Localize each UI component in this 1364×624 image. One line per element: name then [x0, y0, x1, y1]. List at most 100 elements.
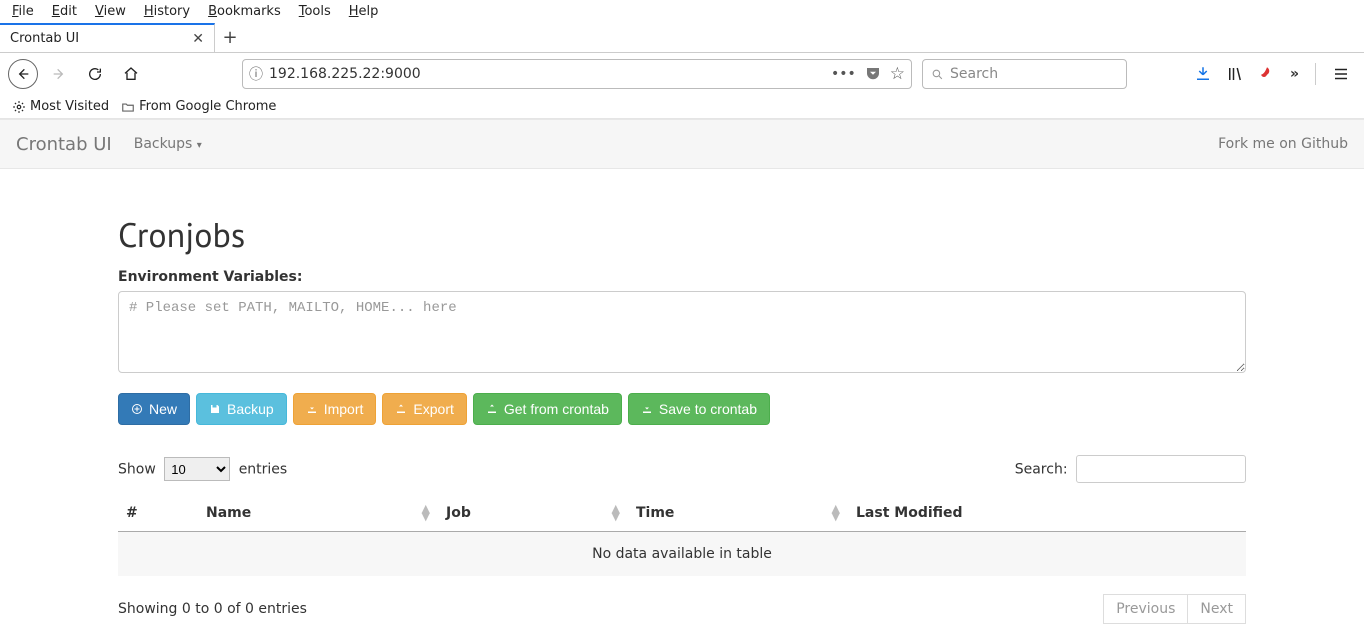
import-button[interactable]: Import [293, 393, 377, 425]
library-icon[interactable] [1226, 65, 1244, 83]
download-icon [306, 403, 318, 415]
menu-help[interactable]: Help [349, 4, 379, 19]
forward-button [44, 59, 74, 89]
col-label: Name [206, 505, 251, 521]
hamburger-menu-icon[interactable] [1332, 65, 1350, 83]
backups-dropdown[interactable]: Backups ▾ [134, 136, 202, 152]
toolbar-right-icons: » [1194, 63, 1356, 85]
new-button[interactable]: New [118, 393, 190, 425]
col-name[interactable]: Name ▲▼ [198, 495, 438, 532]
bookmark-label: From Google Chrome [139, 99, 276, 114]
length-select[interactable]: 10 [164, 457, 230, 481]
url-text: 192.168.225.22:9000 [269, 66, 831, 82]
page-title: Cronjobs [118, 213, 1246, 257]
search-icon [931, 68, 944, 81]
close-tab-icon[interactable]: ✕ [192, 31, 204, 47]
datatable-search-input[interactable] [1076, 455, 1246, 483]
env-var-textarea[interactable] [118, 291, 1246, 373]
menu-file[interactable]: File [12, 4, 34, 19]
get-button-label: Get from crontab [504, 401, 609, 417]
search-label: Search: [1015, 462, 1068, 478]
backups-label: Backups [134, 136, 193, 152]
menu-tools[interactable]: Tools [299, 4, 331, 19]
env-var-label: Environment Variables: [118, 269, 1246, 285]
export-button-label: Export [413, 401, 453, 417]
browser-search-bar[interactable]: Search [922, 59, 1127, 89]
tab-title: Crontab UI [10, 31, 79, 46]
col-job[interactable]: Job▲▼ [438, 495, 628, 532]
get-from-crontab-button[interactable]: Get from crontab [473, 393, 622, 425]
app-navbar: Crontab UI Backups ▾ Fork me on Github [0, 119, 1364, 169]
bookmark-star-icon[interactable]: ☆ [890, 64, 905, 84]
download-icon [641, 403, 653, 415]
bookmark-most-visited[interactable]: Most Visited [12, 99, 109, 114]
downloads-icon[interactable] [1194, 65, 1212, 83]
col-number[interactable]: # [118, 495, 198, 532]
pager-previous[interactable]: Previous [1103, 594, 1188, 624]
menu-view[interactable]: View [95, 4, 126, 19]
datatable-length: Show 10 entries [118, 457, 287, 481]
reload-icon [87, 66, 103, 82]
browser-tabstrip: Crontab UI ✕ + [0, 23, 1364, 53]
browser-toolbar: ⓘ 192.168.225.22:9000 ••• ☆ Search » [0, 53, 1364, 95]
save-button-label: Save to crontab [659, 401, 757, 417]
url-bar[interactable]: ⓘ 192.168.225.22:9000 ••• ☆ [242, 59, 912, 89]
sort-icon: ▲▼ [422, 505, 430, 521]
save-to-crontab-button[interactable]: Save to crontab [628, 393, 770, 425]
sort-icon: ▲▼ [612, 505, 620, 521]
col-label: Time [636, 505, 674, 521]
menu-history[interactable]: History [144, 4, 190, 19]
bookmark-from-chrome[interactable]: From Google Chrome [121, 99, 276, 114]
arrow-left-icon [15, 66, 31, 82]
datatable-pager: Previous Next [1103, 594, 1246, 624]
show-label: Show [118, 462, 156, 478]
caret-down-icon: ▾ [197, 140, 202, 151]
sort-icon: ▲▼ [832, 505, 840, 521]
new-button-label: New [149, 401, 177, 417]
col-last-modified[interactable]: Last Modified [848, 495, 1246, 532]
arrow-right-icon [51, 66, 67, 82]
extension-icon[interactable] [1258, 65, 1276, 83]
datatable-search: Search: [1015, 455, 1246, 483]
action-button-row: New Backup Import Export Get from cronta… [118, 393, 1246, 425]
cronjobs-table: # Name ▲▼ Job▲▼ Time ▲▼ Last Modified No d… [118, 495, 1246, 576]
pocket-icon[interactable] [864, 65, 882, 83]
backup-button[interactable]: Backup [196, 393, 287, 425]
site-info-icon[interactable]: ⓘ [249, 64, 263, 84]
fork-github-link[interactable]: Fork me on Github [1218, 136, 1348, 152]
overflow-icon[interactable]: » [1290, 66, 1299, 82]
col-time[interactable]: Time ▲▼ [628, 495, 848, 532]
toolbar-separator [1315, 63, 1316, 85]
bookmarks-bar: Most Visited From Google Chrome [0, 95, 1364, 119]
table-empty-row: No data available in table [118, 532, 1246, 577]
folder-icon [121, 100, 135, 114]
browser-menubar: File Edit View History Bookmarks Tools H… [0, 0, 1364, 23]
datatable-controls-top: Show 10 entries Search: [118, 455, 1246, 483]
bookmark-label: Most Visited [30, 99, 109, 114]
export-button[interactable]: Export [382, 393, 466, 425]
browser-tab-active[interactable]: Crontab UI ✕ [0, 23, 215, 52]
home-button[interactable] [116, 59, 146, 89]
menu-edit[interactable]: Edit [52, 4, 77, 19]
home-icon [123, 66, 139, 82]
back-button[interactable] [8, 59, 38, 89]
page-actions-icon[interactable]: ••• [831, 66, 856, 82]
pager-next[interactable]: Next [1188, 594, 1246, 624]
col-label: Last Modified [856, 505, 963, 521]
import-button-label: Import [324, 401, 364, 417]
entries-label: entries [239, 462, 288, 478]
upload-icon [395, 403, 407, 415]
reload-button[interactable] [80, 59, 110, 89]
save-icon [209, 403, 221, 415]
new-tab-button[interactable]: + [215, 23, 245, 52]
upload-icon [486, 403, 498, 415]
main-container: Cronjobs Environment Variables: New Back… [102, 213, 1262, 624]
datatable-info: Showing 0 to 0 of 0 entries [118, 601, 307, 617]
menu-bookmarks[interactable]: Bookmarks [208, 4, 281, 19]
app-brand[interactable]: Crontab UI [16, 134, 112, 155]
plus-circle-icon [131, 403, 143, 415]
datatable-controls-bottom: Showing 0 to 0 of 0 entries Previous Nex… [118, 594, 1246, 624]
col-label: # [126, 505, 138, 521]
table-empty-message: No data available in table [118, 532, 1246, 577]
gear-icon [12, 100, 26, 114]
